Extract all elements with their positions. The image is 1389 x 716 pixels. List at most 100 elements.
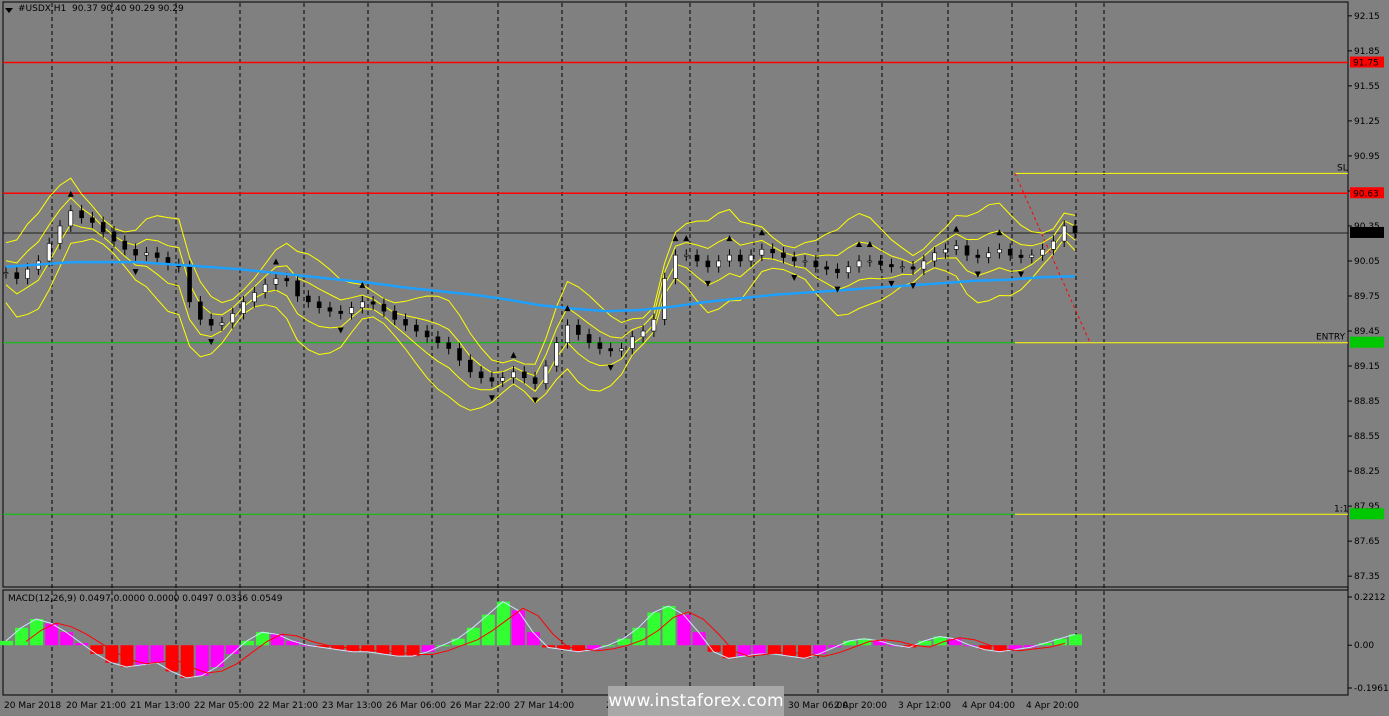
candle-body — [111, 231, 117, 242]
candle-body — [68, 210, 74, 227]
candle-body — [640, 330, 646, 338]
candle-body — [381, 303, 387, 312]
candle-body — [1029, 254, 1035, 258]
candle-body — [791, 257, 797, 262]
candle-body — [79, 210, 84, 219]
y-tick-label: 89.45 — [1354, 327, 1380, 337]
candle-body — [737, 254, 743, 262]
candle-body — [727, 254, 732, 262]
macd-histogram-bar — [421, 645, 435, 652]
candle-body — [554, 342, 559, 367]
candle-body — [489, 377, 495, 382]
candle-body — [478, 371, 484, 379]
candle-body — [716, 260, 721, 268]
macd-histogram-bar — [752, 645, 766, 654]
macd-histogram-bar — [376, 645, 390, 654]
candle-body — [586, 334, 592, 343]
candle-body — [662, 278, 667, 320]
candle-body — [899, 266, 905, 269]
candle-body — [424, 330, 430, 338]
candle-body — [673, 254, 678, 279]
candle-body — [403, 319, 408, 326]
current-price-tag: 90.29 — [1353, 229, 1379, 239]
macd-header: MACD(12,26,9) 0.0497 0.0000 0.0000 0.049… — [8, 594, 283, 604]
macd-histogram-bar — [150, 645, 164, 663]
macd-histogram-bar — [647, 612, 661, 646]
candle-body — [867, 260, 873, 263]
candle-body — [683, 254, 689, 257]
candle-body — [889, 264, 894, 268]
macd-histogram-bar — [180, 645, 194, 678]
symbol-header: #USDX,H1 90.37 90.40 90.29 90.29 — [18, 4, 184, 14]
candle-body — [262, 284, 268, 293]
candle-body — [770, 249, 775, 254]
ohlc-values: 90.37 90.40 90.29 90.29 — [72, 4, 184, 14]
candle-body — [597, 342, 603, 349]
candle-body — [511, 371, 516, 379]
macd-histogram-bar — [451, 638, 465, 646]
candle-body — [316, 301, 322, 308]
candle-body — [252, 292, 257, 303]
candle-body — [835, 268, 840, 273]
macd-histogram-bar — [813, 645, 827, 654]
macd-histogram-bar — [782, 645, 796, 657]
x-tick-label: 22 Mar 05:00 — [194, 701, 254, 711]
macd-histogram-bar — [526, 632, 540, 646]
candle-body — [997, 249, 1002, 254]
candle-body — [273, 278, 279, 285]
x-tick-label: 20 Mar 21:00 — [66, 701, 126, 711]
candle-body — [845, 266, 851, 273]
candle-body — [1072, 225, 1078, 234]
candle-body — [856, 260, 862, 268]
chart-menu-icon[interactable] — [5, 8, 13, 13]
candle-body — [759, 249, 765, 256]
watermark: www.instaforex.com — [608, 686, 784, 716]
candle-body — [910, 266, 916, 270]
candle-body — [370, 301, 376, 305]
x-tick-label: 2 Apr 20:00 — [834, 701, 887, 711]
macd-tick-label: -0.1961 — [1354, 684, 1389, 694]
candle-body — [360, 301, 365, 308]
y-tick-label: 88.25 — [1354, 467, 1380, 477]
candle-body — [122, 240, 128, 250]
candle-body — [964, 245, 970, 256]
x-tick-label: 27 Mar 14:00 — [514, 701, 574, 711]
y-tick-label: 90.05 — [1354, 257, 1380, 267]
chart-canvas: 92.1591.8591.5591.2590.9590.6590.3590.05… — [0, 1, 1389, 711]
price-panel — [2, 1, 1349, 588]
candle-body — [306, 295, 311, 303]
candle-body — [543, 365, 549, 384]
candle-body — [705, 260, 711, 268]
candle-body — [241, 301, 246, 314]
candle-body — [575, 324, 581, 335]
y-tick-label: 88.85 — [1354, 397, 1380, 407]
candle-body — [468, 359, 473, 373]
y-tick-label: 88.55 — [1354, 432, 1380, 442]
candle-body — [295, 280, 300, 297]
y-tick-label: 92.15 — [1354, 12, 1380, 22]
y-tick-label: 89.15 — [1354, 362, 1380, 372]
target-label: 1:1 — [1334, 504, 1348, 514]
candle-body — [932, 252, 937, 262]
candle-body — [154, 252, 160, 258]
x-tick-label: 26 Mar 06:00 — [386, 701, 446, 711]
candle-body — [694, 254, 700, 262]
candle-body — [219, 322, 225, 326]
candle-body — [198, 301, 203, 320]
entry-tag — [1350, 336, 1384, 348]
entry-label: ENTRY — [1316, 333, 1346, 343]
candle-body — [90, 217, 95, 223]
candle-body — [284, 278, 290, 282]
candle-body — [975, 254, 981, 258]
x-tick-label: 22 Mar 21:00 — [258, 701, 318, 711]
candle-body — [1061, 225, 1067, 242]
candle-body — [3, 272, 9, 274]
candle-body — [338, 310, 344, 314]
candle-body — [57, 225, 63, 244]
macd-histogram-bar — [677, 614, 691, 646]
macd-histogram-bar — [391, 645, 405, 657]
candle-body — [608, 348, 613, 352]
macd-histogram-bar — [511, 610, 525, 646]
candle-body — [781, 252, 786, 258]
candle-body — [802, 260, 808, 263]
